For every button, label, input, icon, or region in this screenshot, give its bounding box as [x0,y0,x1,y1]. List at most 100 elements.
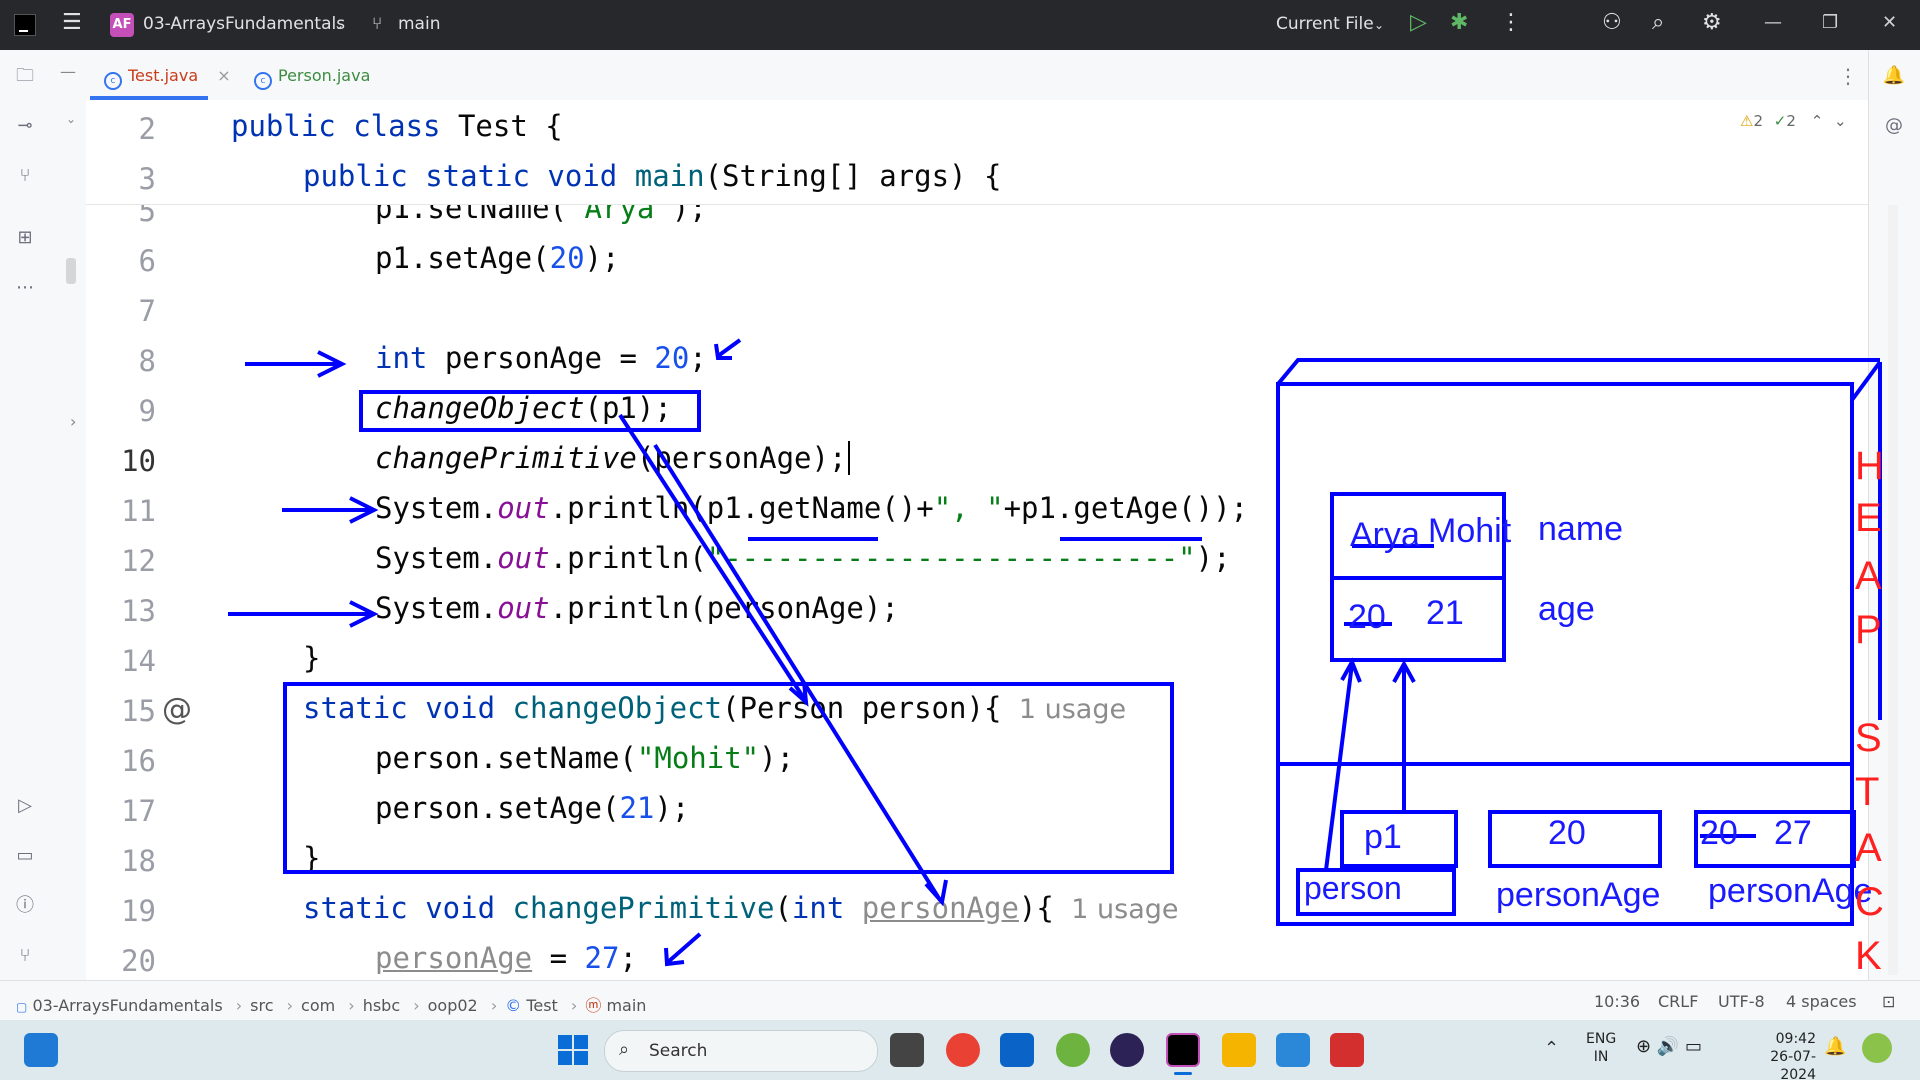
run-tool-icon[interactable]: ▷ [13,794,37,818]
line-ending[interactable]: CRLF [1658,992,1698,1011]
tab-test-java[interactable]: c Test.java × [104,66,231,90]
code-line: changeObject(p1); [375,391,672,425]
chrome-icon[interactable] [946,1033,980,1067]
sticky-header: 2 public class Test { 3 public static vo… [86,100,1868,205]
method-icon: ⓜ [585,996,602,1015]
breadcrumb-item[interactable]: com [301,996,335,1015]
taskbar-search[interactable]: ⌕ Search [604,1030,878,1072]
structure-icon[interactable]: ⊞ [13,226,37,250]
line-number: 15 [121,694,156,728]
line-number: 9 [138,394,156,428]
line-number: 13 [121,594,156,628]
ink-arrowhead [349,600,379,628]
add-user-icon[interactable]: ⚇ [1602,10,1622,35]
main-menu-icon[interactable]: ☰ [62,10,82,35]
start-windows-icon[interactable] [556,1033,590,1067]
intellij-icon[interactable] [1166,1033,1200,1067]
debug-icon[interactable]: ✱ [1450,10,1468,35]
language-indicator[interactable]: ENG IN [1586,1030,1616,1066]
project-name[interactable]: 03-ArraysFundamentals [143,14,345,34]
field-value-old: Arya [1350,516,1420,554]
branch-icon[interactable]: ⑂ [372,14,382,34]
indent-setting[interactable]: 4 spaces [1786,992,1857,1011]
scroll-handle[interactable] [66,258,76,284]
run-config-selector[interactable]: Current File [1276,14,1374,34]
pull-requests-icon[interactable]: ⑂ [13,164,37,188]
search-placeholder: Search [649,1041,708,1061]
search-icon[interactable]: ⌕ [1652,10,1664,35]
heap-letter: E [1855,496,1882,540]
breadcrumb-item[interactable]: Test [526,996,558,1015]
hide-panel-icon[interactable]: — [60,62,76,81]
clock[interactable]: 09:42 26-07-2024 [1736,1030,1816,1084]
file-explorer-icon[interactable] [1222,1033,1256,1067]
notification-icon[interactable]: 🔔 [1824,1036,1846,1057]
breadcrumb-item[interactable]: src [250,996,273,1015]
code-line: person.setAge(21); [375,791,690,825]
breadcrumb-item[interactable]: hsbc [363,996,400,1015]
commit-icon[interactable]: ⊸ [13,114,37,138]
code-line: person.setName("Mohit"); [375,741,795,775]
age-value-old: 20 [1348,598,1386,636]
usage-hint[interactable]: 1 usage [1019,694,1126,725]
more-tools-icon[interactable]: ⋯ [13,276,37,300]
run-icon[interactable]: ▷ [1410,10,1427,35]
breadcrumb-item[interactable]: oop02 [428,996,478,1015]
java-class-icon: c [254,72,272,90]
eclipse-icon[interactable] [1110,1033,1144,1067]
implements-marker-icon[interactable]: @ [162,692,192,727]
project-badge[interactable]: AF [110,13,134,37]
tab-options-icon[interactable]: ⋮ [1838,64,1858,88]
inspection-widget[interactable]: ⚠2 ✓2 ⌃ ⌄ [1740,112,1847,130]
line-number: 8 [138,344,156,378]
close-tab-icon[interactable]: × [217,66,230,85]
terminal-icon[interactable]: ▭ [13,844,37,868]
line-number: 2 [138,112,156,146]
caret-position[interactable]: 10:36 [1594,992,1640,1011]
code-line: System.out.println(personAge); [375,591,899,625]
git-icon[interactable]: ⑂ [13,944,37,968]
line-number: 20 [121,944,156,978]
chevron-down-icon[interactable]: ⌄ [66,112,76,126]
editor-scrollbar[interactable] [1888,205,1898,975]
problems-icon[interactable]: ⓘ [13,894,37,918]
close-window-button[interactable]: ✕ [1882,12,1897,33]
settings-gear-icon[interactable]: ⚙ [1702,10,1722,35]
branch-name[interactable]: main [398,14,440,34]
code-line: public static void main(String[] args) { [303,159,1002,193]
chevron-down-icon[interactable]: ⌄ [1374,18,1384,32]
restore-button[interactable]: ❐ [1822,12,1838,33]
tab-person-java[interactable]: c Person.java [254,66,370,90]
ink-arrow [716,338,742,358]
intellij-logo-icon[interactable] [14,14,36,36]
spring-tools-icon[interactable] [1056,1033,1090,1067]
active-app-indicator [1174,1072,1192,1075]
minimize-button[interactable]: — [1764,12,1782,33]
file-encoding[interactable]: UTF-8 [1718,992,1765,1011]
copilot-icon[interactable] [1862,1033,1892,1063]
task-view-icon[interactable] [890,1033,924,1067]
usage-hint[interactable]: 1 usage [1071,894,1178,925]
more-actions-icon[interactable]: ⋮ [1500,10,1522,35]
ai-assistant-icon[interactable]: @ [1882,114,1906,138]
widgets-icon[interactable] [24,1033,58,1067]
outlook-icon[interactable] [1000,1033,1034,1067]
breadcrumb-item[interactable]: 03-ArraysFundamentals [32,996,222,1015]
chevron-down-icon[interactable]: ⌄ [334,18,344,32]
chevron-right-icon[interactable]: › [70,412,76,431]
editor-tabs: c Test.java × c Person.java ⋮ [86,50,1868,101]
code-line: static void changePrimitive(int personAg… [303,891,1179,925]
lock-icon[interactable]: ⊡ [1882,992,1895,1011]
ink-arrowhead [349,496,379,524]
chevron-up-icon[interactable]: ⌃ [1544,1038,1559,1059]
project-folder-icon[interactable]: 🗀 [13,64,37,88]
acrobat-icon[interactable] [1330,1033,1364,1067]
line-number: 14 [121,644,156,678]
network-volume-battery-icons[interactable]: ⊕ 🔊 ▭ [1636,1036,1702,1057]
photos-icon[interactable] [1276,1033,1310,1067]
breadcrumb-item[interactable]: main [606,996,646,1015]
line-number: 12 [121,544,156,578]
code-line: public class Test { [231,109,563,143]
tab-label: Test.java [128,66,199,85]
notifications-bell-icon[interactable]: 🔔 [1882,64,1906,88]
